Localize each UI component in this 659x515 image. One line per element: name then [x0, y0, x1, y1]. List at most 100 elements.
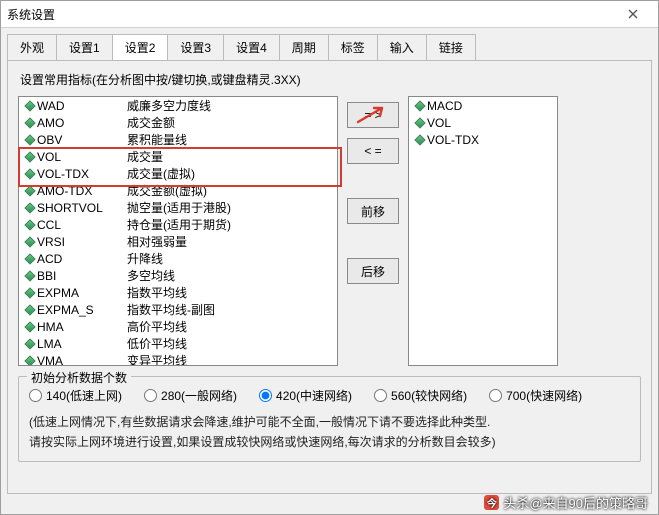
selected-indicators-list[interactable]: MACD VOLVOL-TDX	[408, 96, 558, 366]
radio-option[interactable]: 280(一般网络)	[144, 387, 237, 404]
list-item[interactable]: LMA低价平均线	[19, 335, 337, 352]
item-desc: 成交金额	[127, 114, 333, 131]
item-code: CCL	[37, 218, 127, 232]
remove-button[interactable]: < =	[347, 138, 399, 164]
item-desc: 相对强弱量	[127, 233, 333, 250]
list-item[interactable]: VOL-TDX	[409, 131, 557, 148]
radio-option[interactable]: 420(中速网络)	[259, 387, 352, 404]
radio-option[interactable]: 140(低速上网)	[29, 387, 122, 404]
radio-label: 700(快速网络)	[506, 387, 582, 404]
note-line: 请按实际上网环境进行设置,如果设置成较快网络或快速网络,每次请求的分析数目会较多…	[29, 432, 630, 452]
window-title: 系统设置	[7, 6, 55, 23]
indicator-icon	[23, 119, 37, 127]
group-legend: 初始分析数据个数	[27, 369, 131, 386]
indicator-icon	[23, 102, 37, 110]
item-desc: 威廉多空力度线	[127, 97, 333, 114]
watermark: 今 头杀@来自90后的策略哥	[484, 493, 648, 512]
transfer-buttons: = > < = 前移 后移	[346, 102, 400, 284]
list-item[interactable]: HMA高价平均线	[19, 318, 337, 335]
titlebar: 系统设置	[1, 1, 658, 28]
item-code: OBV	[37, 133, 127, 147]
tab-标签[interactable]: 标签	[328, 34, 378, 60]
tab-输入[interactable]: 输入	[377, 34, 427, 60]
watermark-text: 头杀@来自90后的策略哥	[503, 493, 648, 512]
list-item[interactable]: AMO-TDX成交金额(虚拟)	[19, 182, 337, 199]
item-desc: 变异平均线	[127, 352, 333, 366]
radio-option[interactable]: 560(较快网络)	[374, 387, 467, 404]
list-item[interactable]: VMA变异平均线	[19, 352, 337, 366]
item-code: MACD	[427, 99, 517, 113]
list-item[interactable]: SHORTVOL抛空量(适用于港股)	[19, 199, 337, 216]
radio-label: 280(一般网络)	[161, 387, 237, 404]
item-code: VOL	[427, 116, 517, 130]
list-item[interactable]: ACD升降线	[19, 250, 337, 267]
radio-input[interactable]	[29, 389, 42, 402]
indicator-icon	[23, 238, 37, 246]
list-item[interactable]: OBV累积能量线	[19, 131, 337, 148]
list-item[interactable]: CCL持仓量(适用于期货)	[19, 216, 337, 233]
item-desc: 成交量(虚拟)	[127, 165, 333, 182]
tab-panel: 设置常用指标(在分析图中按/键切换,或键盘精灵.3XX) WAD威廉多空力度线A…	[7, 60, 652, 494]
indicator-icon	[23, 153, 37, 161]
tab-外观[interactable]: 外观	[7, 34, 57, 60]
item-code: LMA	[37, 337, 127, 351]
list-item[interactable]: AMO成交金额	[19, 114, 337, 131]
item-desc: 多空均线	[127, 267, 333, 284]
indicator-icon	[23, 204, 37, 212]
indicator-icon	[23, 357, 37, 365]
indicator-icon	[23, 170, 37, 178]
item-desc: 指数平均线-副图	[127, 301, 333, 318]
list-item[interactable]: WAD威廉多空力度线	[19, 97, 337, 114]
item-code: VOL	[37, 150, 127, 164]
close-button[interactable]	[614, 4, 652, 24]
item-code: EXPMA	[37, 286, 127, 300]
move-down-button[interactable]: 后移	[347, 258, 399, 284]
watermark-logo-icon: 今	[484, 495, 499, 510]
window: 系统设置 外观设置1设置2设置3设置4周期标签输入链接 设置常用指标(在分析图中…	[0, 0, 659, 515]
list-item[interactable]: VOL-TDX成交量(虚拟)	[19, 165, 337, 182]
indicator-icon	[413, 102, 427, 110]
item-code: HMA	[37, 320, 127, 334]
item-code: VRSI	[37, 235, 127, 249]
list-item[interactable]: VOL	[409, 114, 557, 131]
radio-input[interactable]	[489, 389, 502, 402]
radio-label: 140(低速上网)	[46, 387, 122, 404]
indicator-icon	[23, 323, 37, 331]
item-desc: 持仓量(适用于期货)	[127, 216, 333, 233]
list-item[interactable]: EXPMA_S指数平均线-副图	[19, 301, 337, 318]
add-button[interactable]: = >	[347, 102, 399, 128]
radio-row: 140(低速上网) 280(一般网络) 420(中速网络) 560(较快网络) 700(…	[29, 387, 630, 404]
tab-设置3[interactable]: 设置3	[167, 34, 224, 60]
item-desc: 升降线	[127, 250, 333, 267]
list-item[interactable]: EXPMA指数平均线	[19, 284, 337, 301]
radio-option[interactable]: 700(快速网络)	[489, 387, 582, 404]
move-up-button[interactable]: 前移	[347, 198, 399, 224]
radio-input[interactable]	[259, 389, 272, 402]
indicator-icon	[23, 136, 37, 144]
item-desc: 成交金额(虚拟)	[127, 182, 333, 199]
indicator-icon	[23, 255, 37, 263]
list-item[interactable]: VRSI相对强弱量	[19, 233, 337, 250]
item-desc: 高价平均线	[127, 318, 333, 335]
indicator-icon	[413, 136, 427, 144]
list-item[interactable]: VOL成交量	[19, 148, 337, 165]
tab-周期[interactable]: 周期	[279, 34, 329, 60]
radio-input[interactable]	[144, 389, 157, 402]
radio-label: 420(中速网络)	[276, 387, 352, 404]
radio-input[interactable]	[374, 389, 387, 402]
list-item[interactable]: MACD	[409, 97, 557, 114]
tab-设置4[interactable]: 设置4	[223, 34, 280, 60]
list-item[interactable]: BBI多空均线	[19, 267, 337, 284]
item-desc: 成交量	[127, 148, 333, 165]
tab-链接[interactable]: 链接	[426, 34, 476, 60]
item-desc: 低价平均线	[127, 335, 333, 352]
indicator-icon	[23, 272, 37, 280]
indicator-icon	[413, 119, 427, 127]
indicator-icon	[23, 306, 37, 314]
indicator-icon	[23, 221, 37, 229]
available-indicators-list[interactable]: WAD威廉多空力度线AMO成交金额OBV累积能量线VOL成交量VOL-TDX成交…	[18, 96, 338, 366]
hint-text: 设置常用指标(在分析图中按/键切换,或键盘精灵.3XX)	[20, 71, 641, 88]
tab-设置2[interactable]: 设置2	[112, 34, 169, 60]
tab-设置1[interactable]: 设置1	[56, 34, 113, 60]
note-text: (低速上网情况下,有些数据请求会降速,维护可能不全面,一般情况下请不要选择此种类…	[29, 412, 630, 453]
